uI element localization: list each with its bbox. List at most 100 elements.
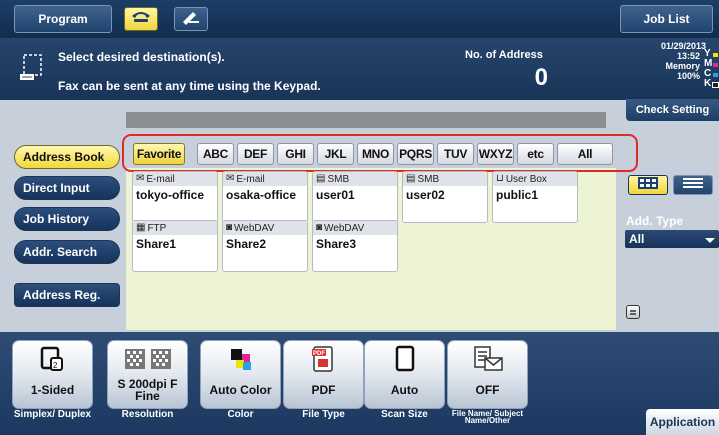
nav-label-address-book: Address Book: [23, 150, 105, 164]
file-name-setting[interactable]: OFF: [447, 340, 528, 409]
tab-pqrs[interactable]: PQRS: [397, 143, 434, 165]
nav-label-addr-search: Addr. Search: [23, 245, 98, 259]
resolution-setting[interactable]: S 200dpi F Fine: [107, 340, 188, 409]
destination-name: osaka-office: [226, 188, 297, 202]
application-button[interactable]: Application: [646, 409, 719, 435]
nav-label-direct-input: Direct Input: [23, 181, 90, 195]
resolution-value: S 200dpi F Fine: [117, 377, 178, 403]
destination-type: ✉ E-mail: [223, 172, 307, 186]
memory-value: 100%: [676, 71, 700, 81]
destination-type: ▦ FTP: [133, 221, 217, 235]
tab-abc[interactable]: ABC: [197, 143, 234, 165]
program-button[interactable]: Program: [14, 5, 112, 33]
program-label: Program: [38, 12, 88, 26]
color-label: Color: [227, 409, 254, 420]
destination-type-label: SMB: [417, 173, 440, 185]
nav-label-address-reg: Address Reg.: [23, 288, 101, 302]
userbox-icon: ⊔: [496, 173, 504, 184]
destination-card[interactable]: ▦ FTP Share1: [132, 220, 218, 272]
destination-type-label: E-mail: [146, 173, 175, 185]
toner-bar-k: [712, 82, 719, 88]
destination-card[interactable]: ✉ E-mail tokyo-office: [132, 171, 218, 223]
fax-mode-button[interactable]: [124, 7, 158, 31]
tab-label-mno: MNO: [361, 147, 390, 161]
tab-all[interactable]: All: [557, 143, 613, 165]
tab-label-wxyz: WXYZ: [478, 147, 513, 161]
nav-address-reg[interactable]: Address Reg.: [14, 283, 120, 307]
nav-job-history[interactable]: Job History: [14, 207, 120, 231]
check-setting-button[interactable]: Check Setting: [626, 99, 719, 121]
webdav-icon: ◙: [226, 222, 233, 233]
tab-mno[interactable]: MNO: [357, 143, 394, 165]
list-view-button[interactable]: [673, 175, 713, 195]
destination-card[interactable]: ◙ WebDAV Share2: [222, 220, 308, 272]
email-icon: ✉: [226, 173, 235, 184]
email-icon: ✉: [136, 173, 145, 184]
nav-address-book[interactable]: Address Book: [14, 145, 120, 169]
simplex-duplex-setting[interactable]: 2 1-Sided: [12, 340, 93, 409]
color-setting[interactable]: Auto Color: [200, 340, 281, 409]
destination-type-label: WebDAV: [234, 222, 275, 234]
toner-indicator: Y M C K: [704, 48, 719, 89]
destination-name: tokyo-office: [136, 188, 205, 202]
tab-label-abc: ABC: [202, 147, 229, 161]
color-icon: [227, 345, 255, 373]
address-count: 0: [534, 64, 548, 91]
tab-label-tuv: TUV: [443, 147, 468, 161]
svg-text:PDF: PDF: [313, 351, 325, 357]
resolution-label: Resolution: [121, 409, 174, 420]
scroll-icon[interactable]: [626, 305, 640, 319]
tab-def[interactable]: DEF: [237, 143, 274, 165]
add-type-label: Add. Type: [626, 214, 684, 228]
application-label: Application: [649, 415, 716, 429]
tab-ghi[interactable]: GHI: [277, 143, 314, 165]
tab-favorite[interactable]: Favorite: [133, 143, 185, 165]
destination-name: Share3: [316, 237, 357, 251]
thumbnail-view-button[interactable]: [628, 175, 668, 195]
destination-card[interactable]: ▤ SMB user01: [312, 171, 398, 223]
destination-name: user01: [316, 188, 355, 202]
simplex-icon: 2: [39, 345, 67, 373]
smb-icon: ▤: [316, 173, 326, 184]
pen-icon: [180, 9, 202, 30]
destination-card[interactable]: ✉ E-mail osaka-office: [222, 171, 308, 223]
scan-size-setting[interactable]: Auto: [364, 340, 445, 409]
destination-type-label: E-mail: [236, 173, 265, 185]
memory-label: Memory: [665, 61, 700, 71]
nav-addr-search[interactable]: Addr. Search: [14, 240, 120, 264]
internet-fax-button[interactable]: [174, 7, 208, 31]
simplex-label: Simplex/ Duplex: [13, 409, 92, 420]
keypad-hint-text: Fax can be sent at any time using the Ke…: [58, 79, 321, 93]
instruction-text: Select desired destination(s).: [58, 50, 225, 64]
tab-label-etc: etc: [527, 147, 544, 161]
destination-type: ◙ WebDAV: [223, 221, 307, 235]
chevron-down-icon: [705, 238, 715, 243]
color-value: Auto Color: [209, 383, 272, 397]
toner-k: K: [704, 78, 719, 89]
webdav-icon: ◙: [316, 222, 323, 233]
destination-type: ⊔ User Box: [493, 172, 577, 186]
file-type-setting[interactable]: PDF PDF: [283, 340, 364, 409]
resolution-icon: [123, 345, 173, 373]
screen: Program Job List Select desired destinat…: [0, 0, 719, 435]
simplex-value: 1-Sided: [30, 383, 75, 397]
pdf-icon: PDF: [310, 345, 338, 373]
grid-view-icon: [638, 176, 658, 194]
tab-tuv[interactable]: TUV: [437, 143, 474, 165]
tab-jkl[interactable]: JKL: [317, 143, 354, 165]
destination-card[interactable]: ▤ SMB user02: [402, 171, 488, 223]
toner-bar-m: [713, 63, 718, 67]
status-time: 13:52: [676, 51, 700, 61]
destination-card[interactable]: ◙ WebDAV Share3: [312, 220, 398, 272]
tab-etc[interactable]: etc: [517, 143, 554, 165]
smb-icon: ▤: [406, 173, 416, 184]
destination-type-label: SMB: [327, 173, 350, 185]
destination-type: ▤ SMB: [403, 172, 487, 186]
tab-wxyz[interactable]: WXYZ: [477, 143, 514, 165]
toner-bar-c: [713, 73, 718, 77]
job-list-button[interactable]: Job List: [620, 5, 713, 33]
destination-card[interactable]: ⊔ User Box public1: [492, 171, 578, 223]
nav-direct-input[interactable]: Direct Input: [14, 176, 120, 200]
destination-name: Share1: [136, 237, 177, 251]
destination-name: user02: [406, 188, 445, 202]
